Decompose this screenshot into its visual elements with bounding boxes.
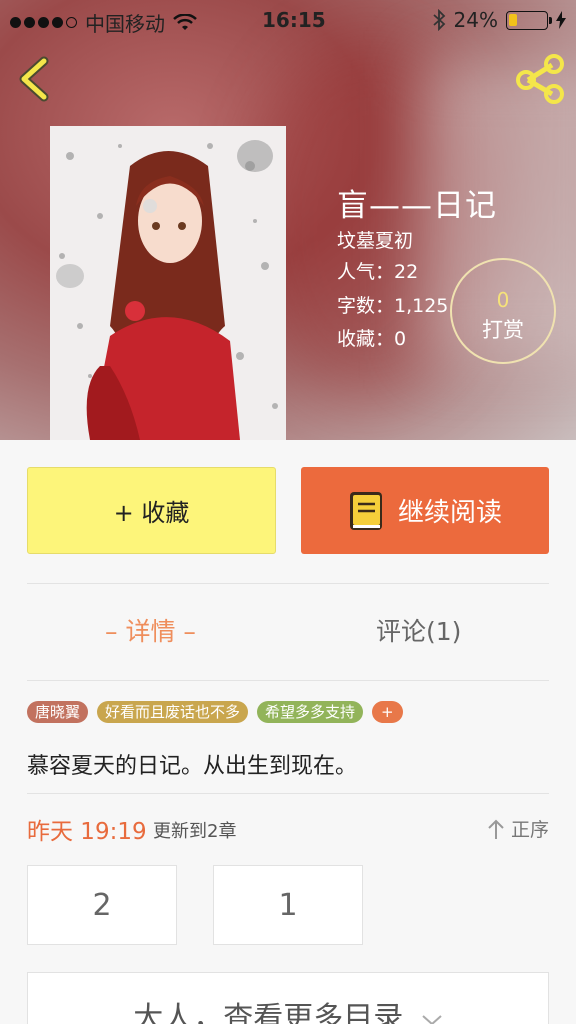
sort-order-label: 正序 xyxy=(510,819,549,841)
tip-label: 打赏 xyxy=(482,318,524,342)
charging-icon xyxy=(556,11,566,29)
word-count-stat: 字数：1,125 xyxy=(337,295,449,317)
view-more-chapters-button[interactable]: 大人，查看更多目录 xyxy=(27,972,549,1024)
chevron-down-icon xyxy=(422,1014,442,1024)
book-author[interactable]: 坟墓夏初 xyxy=(337,226,413,253)
arrow-up-icon xyxy=(488,819,504,839)
popularity-stat: 人气：22 xyxy=(337,261,419,283)
update-text: 更新到2章 xyxy=(153,821,237,842)
carrier-label: 中国移动 xyxy=(85,12,165,36)
status-bar: 中国移动 16:15 24% xyxy=(0,0,576,40)
divider xyxy=(27,583,549,584)
divider xyxy=(27,793,549,794)
update-info: 昨天 19:19 更新到2章 正序 xyxy=(27,812,549,845)
bluetooth-icon xyxy=(432,9,445,31)
tag-item[interactable]: 希望多多支持 xyxy=(257,701,364,723)
read-label: 继续阅读 xyxy=(397,498,502,528)
battery-icon xyxy=(506,10,552,30)
back-button[interactable] xyxy=(14,55,54,103)
add-to-favorites-button[interactable]: + 收藏 xyxy=(27,467,276,554)
update-time: 昨天 19:19 xyxy=(27,819,147,845)
wifi-icon xyxy=(173,13,197,30)
add-tag-button[interactable]: + xyxy=(372,701,403,723)
book-summary: 慕容夏天的日记。从出生到现在。 xyxy=(27,754,358,779)
book-header: 中国移动 16:15 24% 盲——日记 坟墓夏初 人气：22 字数：1,125… xyxy=(0,0,576,440)
battery-percentage: 24% xyxy=(453,8,498,32)
share-icon xyxy=(516,54,564,104)
clock: 16:15 xyxy=(262,8,326,32)
signal-icon xyxy=(10,17,77,28)
favorites-stat: 收藏：0 xyxy=(337,328,407,350)
book-title: 盲——日记 xyxy=(337,188,497,224)
book-icon xyxy=(349,491,382,530)
tip-count: 0 xyxy=(496,288,510,312)
chapter-button[interactable]: 2 xyxy=(27,865,177,945)
book-cover-image[interactable] xyxy=(50,126,286,440)
tab-comments[interactable]: 评论(1) xyxy=(376,612,461,648)
view-more-label: 大人，查看更多目录 xyxy=(133,1001,404,1024)
chapter-button[interactable]: 1 xyxy=(213,865,363,945)
favorite-label: + 收藏 xyxy=(113,499,190,527)
tag-item[interactable]: 好看而且废话也不多 xyxy=(97,701,249,723)
tab-details[interactable]: – 详情 – xyxy=(105,612,196,648)
tip-button[interactable]: 0 打赏 xyxy=(450,258,556,364)
tag-item[interactable]: 唐晓翼 xyxy=(27,701,89,723)
share-button[interactable] xyxy=(514,54,566,104)
tag-list: 唐晓翼 好看而且废话也不多 希望多多支持 + xyxy=(27,701,403,723)
sort-order-button[interactable]: 正序 xyxy=(487,815,549,842)
chevron-left-icon xyxy=(19,56,49,102)
continue-reading-button[interactable]: 继续阅读 xyxy=(301,467,549,554)
divider xyxy=(27,680,549,681)
